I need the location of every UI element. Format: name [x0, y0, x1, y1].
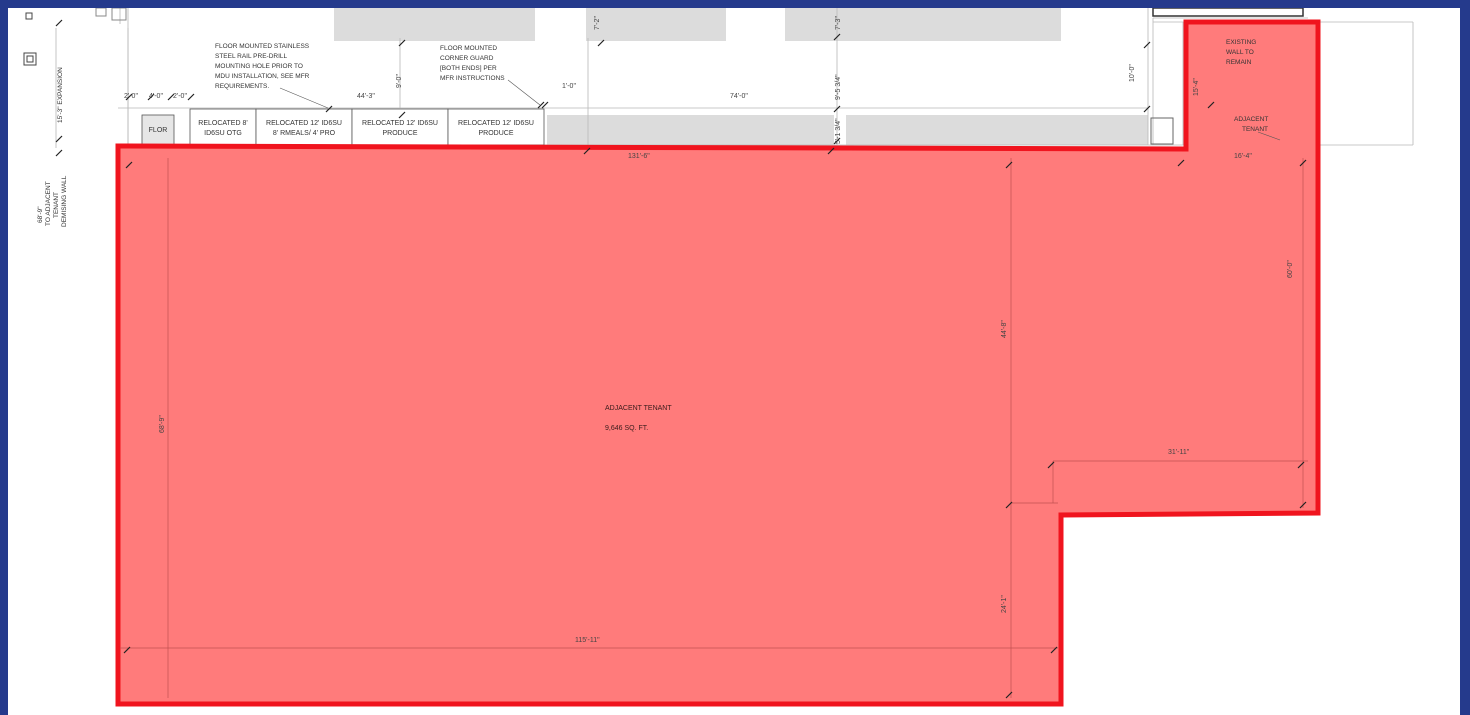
- svg-text:WALL TO: WALL TO: [1226, 49, 1254, 56]
- floor-plan-drawing: FLOR RELOCATED 8' ID6SU OTG RELOCATED 12' I…: [23, 8, 1414, 707]
- fixture-label: RELOCATED 12' ID6SU: [362, 120, 438, 127]
- dim-60-0: 60'-0": [1287, 260, 1294, 278]
- door-frame: [1150, 117, 1174, 145]
- svg-text:REQUIREMENTS.: REQUIREMENTS.: [215, 83, 269, 90]
- fixture-flor: FLOR: [141, 114, 175, 146]
- dim-10-0: 10'-0": [1129, 64, 1136, 82]
- svg-text:ADJACENT: ADJACENT: [1234, 116, 1268, 123]
- small-square: [25, 12, 33, 20]
- dim-15-4: 15'-4": [1193, 78, 1200, 96]
- svg-text:FLOOR MOUNTED: FLOOR MOUNTED: [440, 45, 497, 52]
- floor-plan-sheet: FLOR RELOCATED 8' ID6SU OTG RELOCATED 12' I…: [8, 8, 1460, 715]
- fixture-box: RELOCATED 12' ID6SU PRODUCE: [447, 108, 545, 146]
- fixture-box: RELOCATED 8' ID6SU OTG: [189, 108, 257, 146]
- svg-text:DEMISING WALL: DEMISING WALL: [61, 175, 68, 227]
- svg-text:[BOTH ENDS] PER: [BOTH ENDS] PER: [440, 65, 497, 72]
- fixture-label: RELOCATED 8': [198, 120, 247, 127]
- dim-44-8: 44'-8": [1001, 320, 1008, 338]
- gray-block: [586, 8, 726, 41]
- dim-2-0-a: 2'-0": [124, 93, 138, 100]
- dim-44-3: 44'-3": [357, 93, 375, 100]
- dim-68-9: 68'-9": [159, 415, 166, 433]
- fixture-sublabel: PRODUCE: [382, 130, 417, 137]
- svg-text:68'-9": 68'-9": [37, 206, 44, 223]
- fixture-row: FLOR RELOCATED 8' ID6SU OTG RELOCATED 12' I…: [141, 108, 545, 146]
- tenant-area: 9,646 SQ. FT.: [605, 425, 648, 432]
- corner-guard-note: FLOOR MOUNTED CORNER GUARD [BOTH ENDS] P…: [440, 45, 505, 82]
- dim-9-5: 9'-5 3/4": [835, 74, 842, 100]
- dim-115-11: 115'-11": [575, 637, 600, 644]
- dim-5-1: 5'-1 3/4": [835, 118, 842, 144]
- expansion-note: 15'-3" EXPANSION: [57, 67, 64, 123]
- dim-9-0: 9'-0": [396, 74, 403, 88]
- dim-7-3: 7'-3": [835, 16, 842, 30]
- svg-text:MFR INSTRUCTIONS: MFR INSTRUCTIONS: [440, 75, 505, 82]
- svg-text:STEEL RAIL PRE-DRILL: STEEL RAIL PRE-DRILL: [215, 53, 288, 60]
- equipment-top-right: [1152, 8, 1304, 17]
- fixture-sublabel: 8' RMEALS/ 4' PRO: [273, 130, 336, 137]
- svg-text:TO ADJACENT: TO ADJACENT: [45, 181, 52, 226]
- svg-text:MOUNTING HOLE PRIOR TO: MOUNTING HOLE PRIOR TO: [215, 63, 303, 70]
- svg-text:REMAIN: REMAIN: [1226, 59, 1252, 66]
- dim-74-0: 74'-0": [730, 93, 748, 100]
- svg-text:TENANT: TENANT: [53, 192, 60, 218]
- tenant-name: ADJACENT TENANT: [605, 405, 672, 412]
- rail-note: FLOOR MOUNTED STAINLESS STEEL RAIL PRE-D…: [215, 43, 310, 90]
- fixture-sublabel: PRODUCE: [478, 130, 513, 137]
- dim-131-6: 131'-6": [628, 153, 650, 160]
- fixture-label: FLOR: [149, 127, 168, 134]
- gray-block: [846, 115, 1148, 145]
- svg-text:FLOOR MOUNTED STAINLESS: FLOOR MOUNTED STAINLESS: [215, 43, 310, 50]
- dim-4-0: 4'-0": [149, 93, 163, 100]
- dim-1-0: 1'-0": [562, 83, 576, 90]
- svg-text:CORNER GUARD: CORNER GUARD: [440, 55, 494, 62]
- svg-text:MDU INSTALLATION, SEE MFR: MDU INSTALLATION, SEE MFR: [215, 73, 310, 80]
- fixture-label: RELOCATED 12' ID6SU: [458, 120, 534, 127]
- column-symbol: [23, 52, 37, 66]
- gray-block: [334, 8, 535, 41]
- gray-block: [785, 8, 1061, 41]
- fixture-box: RELOCATED 12' ID6SU PRODUCE: [351, 108, 449, 146]
- dim-7-2: 7'-2": [594, 16, 601, 30]
- fixture-sublabel: ID6SU OTG: [204, 130, 242, 137]
- fixture-label: RELOCATED 12' ID6SU: [266, 120, 342, 127]
- square-icon: [95, 8, 107, 17]
- dim-24-1: 24'-1": [1001, 595, 1008, 613]
- left-dim-note: 68'-9" TO ADJACENT TENANT DEMISING WALL: [37, 175, 68, 227]
- dim-2-0-b: 2'-0": [173, 93, 187, 100]
- svg-text:TENANT: TENANT: [1242, 126, 1268, 133]
- dim-16-4: 16'-4": [1234, 153, 1252, 160]
- svg-text:EXISTING: EXISTING: [1226, 39, 1256, 46]
- dim-31-11: 31'-11": [1168, 449, 1190, 456]
- gray-block: [547, 115, 834, 145]
- fixture-box: RELOCATED 12' ID6SU 8' RMEALS/ 4' PRO: [255, 108, 353, 146]
